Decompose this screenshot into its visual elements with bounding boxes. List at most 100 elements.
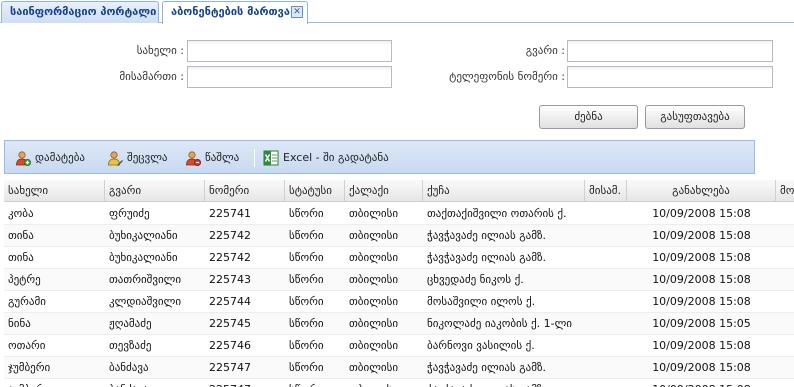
column-header-name[interactable]: სახელი	[4, 180, 105, 202]
address-input[interactable]	[187, 66, 392, 88]
search-button[interactable]: ძებნა	[539, 105, 638, 129]
cell-street: ჭავჭავაძე ილიას გამზ.	[427, 251, 546, 264]
export-excel-button[interactable]: Excel - ში გადატანა	[263, 147, 389, 169]
cell-street: ჭავჭავაძე ილიას გამზ.	[427, 229, 546, 242]
cell-street: ნიკოლაძე იაკობის ქ. 1-ლი	[427, 317, 572, 330]
cell-street: ჭავჭავაძე ილიას გამზ.	[423, 379, 585, 387]
edit-button[interactable]: შეცვლა	[107, 147, 168, 169]
table-row[interactable]: ნინა ჟღამაძე 225745 სწორი თბილისი ნიკოლაძე ია…	[4, 313, 794, 335]
column-header-surname[interactable]: გვარი	[105, 180, 205, 202]
cell-updated: 10/09/2008 15:08	[652, 361, 751, 374]
cell-number: 225745	[209, 317, 251, 330]
add-label: დამატება	[35, 151, 85, 164]
table-row[interactable]: კობა ფრუიძე 225741 სწორი თბილისი თაქთაქიშვილი…	[4, 203, 794, 225]
cell-name: პეტრე	[8, 273, 41, 286]
column-header-city[interactable]: ქალაქი	[345, 180, 423, 202]
delete-user-icon	[186, 151, 201, 166]
edit-label: შეცვლა	[127, 151, 168, 164]
cell-number: 225744	[209, 295, 251, 308]
subscribers-grid: სახელი გვარი ნომერი სტატუსი ქალაქი ქუჩა …	[4, 180, 794, 387]
cell-city: თბილისი	[349, 295, 399, 308]
cell-city: თბილისი	[349, 361, 399, 374]
table-row[interactable]: ჯუმბერიბანძავა225747სწორითბილისიჭავჭავაძ…	[4, 357, 794, 379]
cell-address	[585, 203, 627, 225]
add-user-icon	[16, 151, 31, 166]
cell-city: თბილისი	[345, 379, 423, 387]
column-header-number[interactable]: ნომერი	[205, 180, 285, 202]
column-header-address[interactable]: მისამ.	[585, 180, 627, 202]
grid-toolbar: დამატება შეცვლა წაშლა Excel - ში გადატან…	[4, 140, 755, 174]
cell-status: სწორი	[289, 361, 324, 374]
cell-updated: 10/09/2008 15:08	[652, 251, 751, 264]
tab-strip: საინფორმაციო პორტალი აბონენტების მართვა …	[0, 0, 794, 24]
cell-city: თბილისი	[349, 317, 399, 330]
cell-updated: 10/09/2008 15:08	[652, 273, 751, 286]
tab-label: აბონენტების მართვა	[171, 5, 290, 18]
cell-address	[585, 291, 627, 313]
cell-street: თაქთაქიშვილი ოთარის ქ.	[427, 207, 567, 220]
cell-updated: 10/09/2008 15:08	[652, 207, 751, 220]
cell-surname: ჟღამაძე	[109, 317, 152, 330]
table-row[interactable]: თინა ბუხიკალიანი 225742 სწორი თბილისი ჭავჭავა…	[4, 247, 794, 269]
add-button[interactable]: დამატება	[15, 147, 85, 169]
cell-number: 225742	[209, 229, 251, 242]
cell-surname: თევზაძე	[109, 339, 152, 352]
column-header-status[interactable]: სტატუსი	[285, 180, 345, 202]
cell-number: 225747	[209, 361, 251, 374]
cell-name: კობა	[8, 207, 34, 220]
table-row[interactable]: პეტრე თათრიშვილი 225743 სწორი თბილისი ცხვედაძ…	[4, 269, 794, 291]
cell-number: 225742	[209, 251, 251, 264]
grid-header: სახელი გვარი ნომერი სტატუსი ქალაქი ქუჩა …	[4, 180, 794, 202]
delete-button[interactable]: წაშლა	[185, 147, 239, 169]
cell-number: 225747	[205, 379, 285, 387]
cell-updated: 10/09/2008 15:05	[652, 317, 751, 330]
cell-name: ნინა	[8, 317, 31, 330]
cell-updated: 10/09/2008 15:08	[652, 339, 751, 352]
table-row[interactable]: ჯუმბერიბანძავა225747სწორითბილისიჭავჭავაძ…	[4, 379, 794, 387]
cell-number: 225743	[209, 273, 251, 286]
phone-input[interactable]	[567, 66, 773, 88]
cell-updated: 10/09/2008 15:08	[652, 295, 751, 308]
table-row[interactable]: ოთარი თევზაძე 225746 სწორი თბილისი ბარნოვი ვა…	[4, 335, 794, 357]
table-row[interactable]: გურამი კლდიაშვილი 225744 სწორი თბილისი მოსაშვ…	[4, 291, 794, 313]
cell-city: თბილისი	[349, 339, 399, 352]
cell-status: სწორი	[289, 229, 324, 242]
cell-status: სწორი	[289, 295, 324, 308]
cell-status: სწორი	[289, 251, 324, 264]
cell-city: თბილისი	[349, 273, 399, 286]
surname-label: გვარი :	[525, 44, 565, 57]
surname-input[interactable]	[567, 40, 773, 62]
name-label: სახელი :	[136, 44, 184, 57]
cell-surname: ბუხიკალიანი	[109, 229, 178, 242]
cell-name: თინა	[8, 229, 34, 242]
table-row[interactable]: თინა ბუხიკალიანი 225742 სწორი თბილისი ჭავჭავა…	[4, 225, 794, 247]
tab-info-portal[interactable]: საინფორმაციო პორტალი	[1, 1, 159, 23]
cell-status: სწორი	[289, 207, 324, 220]
cell-updated: 10/09/2008 15:08	[627, 379, 776, 387]
cell-city: თბილისი	[349, 229, 399, 242]
cell-number: 225741	[209, 207, 251, 220]
cell-address	[585, 335, 627, 357]
close-icon[interactable]: ✕	[291, 6, 303, 18]
phone-label: ტელეფონის ნომერი :	[449, 70, 565, 83]
cell-surname: ფრუიძე	[109, 207, 150, 220]
toolbar-separator	[254, 149, 255, 167]
cell-name: ოთარი	[8, 339, 46, 352]
tab-subscriber-management[interactable]: აბონენტების მართვა ✕	[162, 1, 308, 24]
name-input[interactable]	[187, 40, 392, 62]
excel-label: Excel - ში გადატანა	[283, 151, 389, 164]
cell-name: გურამი	[8, 295, 46, 308]
column-header-street[interactable]: ქუჩა	[423, 180, 585, 202]
cell-street: ჭავჭავაძე ილიას გამზ.	[427, 361, 546, 374]
cell-surname: ბუხიკალიანი	[109, 251, 178, 264]
address-label: მისამართი :	[119, 70, 184, 83]
cell-street: ცხვედაძე ნიკოს ქ.	[427, 273, 524, 286]
cell-address	[585, 269, 627, 291]
column-header-more[interactable]: მო	[776, 180, 794, 202]
cell-city: თბილისი	[349, 207, 399, 220]
column-header-updated[interactable]: განახლება	[627, 180, 776, 202]
clear-button[interactable]: გასუფთავება	[645, 105, 745, 129]
cell-address	[585, 313, 627, 335]
cell-name: ჯუმბერი	[4, 379, 105, 387]
cell-street: მოსაშვილი ილოს ქ.	[427, 295, 536, 308]
